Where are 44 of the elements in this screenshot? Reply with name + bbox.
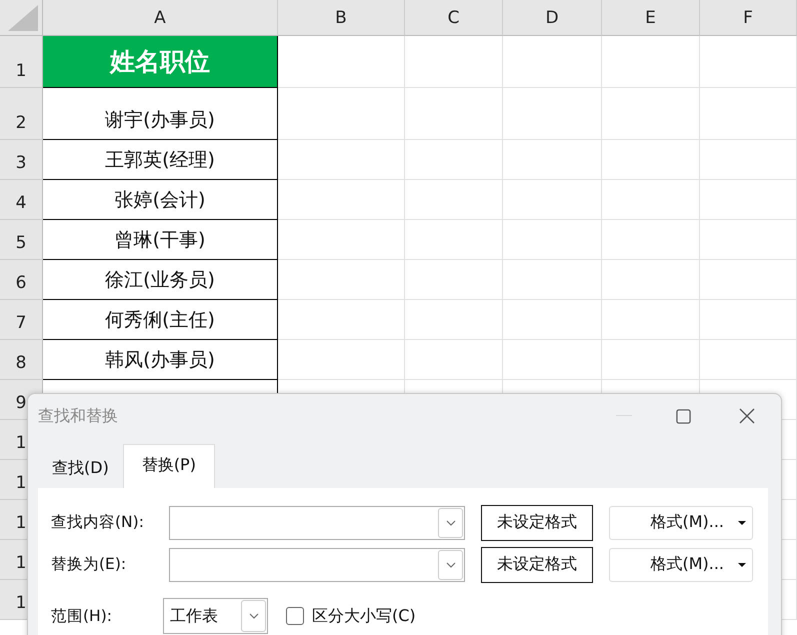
caret-icon bbox=[738, 562, 746, 566]
row-header[interactable]: 2 bbox=[0, 88, 43, 140]
range-dropdown[interactable]: 工作表 bbox=[163, 598, 268, 634]
column-header[interactable]: D bbox=[503, 0, 602, 36]
checkbox-label[interactable]: 区分大小写(C) bbox=[312, 606, 416, 626]
table-cell: 王郭英(经理) bbox=[43, 140, 278, 180]
column-header[interactable]: C bbox=[405, 0, 503, 36]
chevron-icon bbox=[248, 613, 258, 619]
row-header[interactable]: 5 bbox=[0, 220, 43, 260]
table-cell: 韩风(办事员) bbox=[43, 340, 278, 380]
field-label: 查找内容(N): bbox=[51, 512, 145, 533]
table-cell: 徐江(业务员) bbox=[43, 260, 278, 300]
row-header[interactable]: 4 bbox=[0, 180, 43, 220]
triangle-icon bbox=[8, 5, 38, 31]
format-status-label: 未设定格式 bbox=[481, 546, 593, 582]
caret-icon bbox=[738, 520, 746, 524]
format-status-label: 未设定格式 bbox=[481, 504, 593, 540]
row-header[interactable]: 1 bbox=[0, 36, 43, 88]
table-cell: 曾琳(干事) bbox=[43, 220, 278, 260]
column-header[interactable]: F bbox=[700, 0, 797, 36]
row-header[interactable]: 7 bbox=[0, 300, 43, 340]
maximize-icon[interactable] bbox=[676, 408, 691, 424]
field-label: 替换为(E): bbox=[51, 554, 128, 575]
table-cell: 何秀俐(主任) bbox=[43, 300, 278, 340]
close-icon[interactable] bbox=[739, 408, 755, 424]
checkbox[interactable] bbox=[286, 607, 304, 625]
table-cell: 谢宇(办事员) bbox=[43, 88, 278, 140]
format-button[interactable]: 格式(M)... bbox=[609, 548, 753, 582]
tab[interactable]: 替换(P) bbox=[122, 444, 215, 488]
select-all-corner[interactable] bbox=[0, 0, 43, 36]
column-header[interactable]: E bbox=[602, 0, 700, 36]
input-field[interactable] bbox=[169, 506, 465, 540]
row-header[interactable]: 8 bbox=[0, 340, 43, 380]
format-button[interactable]: 格式(M)... bbox=[609, 506, 753, 540]
input-field[interactable] bbox=[169, 548, 465, 582]
field-label: 范围(H): bbox=[51, 606, 113, 626]
row-header[interactable]: 6 bbox=[0, 260, 43, 300]
chevron-icon bbox=[446, 562, 456, 568]
chevron-icon bbox=[446, 520, 456, 526]
header-cell: 姓名职位 bbox=[43, 36, 278, 88]
column-header[interactable]: A bbox=[43, 0, 278, 36]
table-cell: 张婷(会计) bbox=[43, 180, 278, 220]
column-header[interactable]: B bbox=[278, 0, 405, 36]
row-header[interactable]: 3 bbox=[0, 140, 43, 180]
